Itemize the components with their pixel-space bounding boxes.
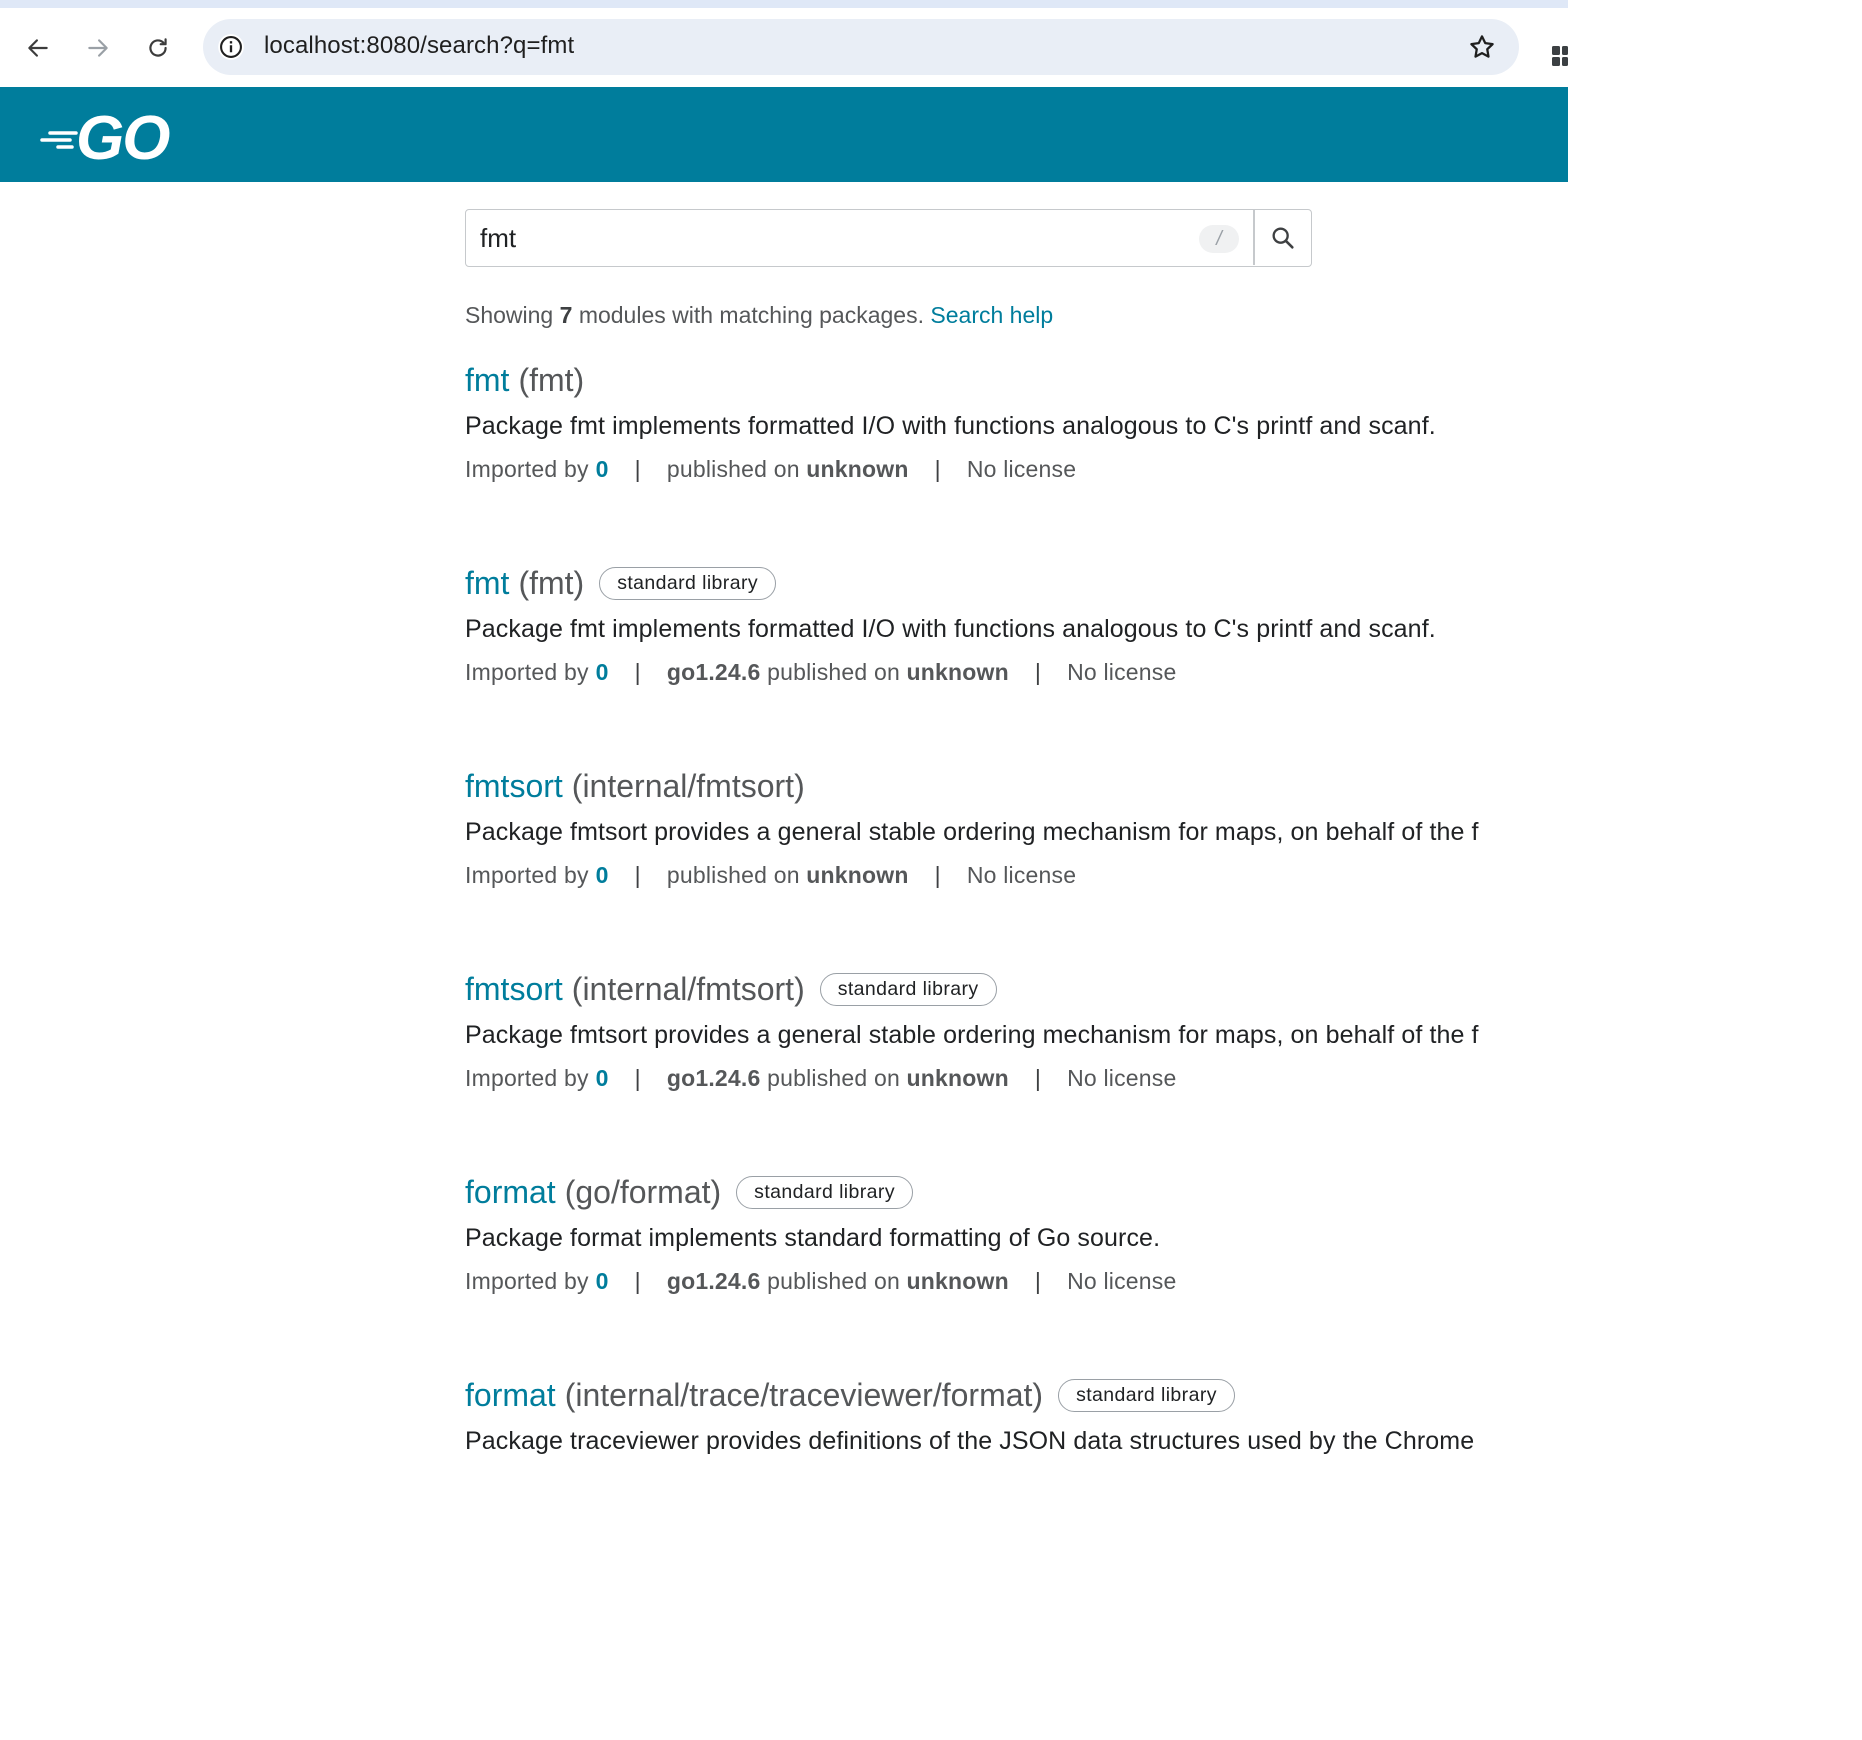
meta-separator: | xyxy=(1034,1268,1042,1294)
meta-separator: | xyxy=(1034,1065,1042,1091)
reload-button[interactable] xyxy=(138,28,178,68)
license-link[interactable]: No license xyxy=(967,862,1076,889)
result-name-link[interactable]: format xyxy=(465,1375,556,1415)
go-logo[interactable]: GO xyxy=(40,107,185,162)
license-link[interactable]: No license xyxy=(1067,1268,1176,1295)
arrow-right-icon xyxy=(88,39,108,57)
license-link[interactable]: No license xyxy=(967,456,1076,483)
summary-count: 7 xyxy=(559,302,573,328)
published-label: published on xyxy=(767,1268,900,1294)
address-url[interactable]: localhost:8080/search?q=fmt xyxy=(264,32,574,60)
published-date: unknown xyxy=(806,456,909,482)
summary-prefix: Showing xyxy=(465,302,554,328)
extensions-icon[interactable] xyxy=(1550,44,1568,68)
result-name-link[interactable]: fmt xyxy=(465,563,509,603)
svg-text:GO: GO xyxy=(76,107,170,162)
search-help-link[interactable]: Search help xyxy=(930,302,1053,328)
result-description: Package fmt implements formatted I/O wit… xyxy=(465,615,1436,643)
imported-by-label: Imported by xyxy=(465,456,589,482)
browser-top-strip xyxy=(0,0,1568,8)
published-label: published on xyxy=(666,862,800,888)
result-meta: Imported by 0 | published on unknown | N… xyxy=(465,862,1076,889)
result-name-link[interactable]: fmtsort xyxy=(465,766,563,806)
standard-library-badge: standard library xyxy=(1058,1378,1235,1412)
imported-by-label: Imported by xyxy=(465,862,589,888)
search-icon xyxy=(1272,227,1294,249)
result-title: format (internal/trace/traceviewer/forma… xyxy=(465,1375,1235,1415)
search-box: / xyxy=(465,209,1312,267)
result-title: fmt (fmt) standard library xyxy=(465,563,776,603)
imported-by-label: Imported by xyxy=(465,659,589,685)
result-name-link[interactable]: format xyxy=(465,1172,556,1212)
result-path: (fmt) xyxy=(518,565,585,601)
standard-library-badge: standard library xyxy=(736,1175,913,1209)
standard-library-badge: standard library xyxy=(599,566,776,600)
result-title: format (go/format) standard library xyxy=(465,1172,913,1212)
summary-suffix: modules with matching packages. xyxy=(578,302,924,328)
result-title: fmtsort (internal/fmtsort) xyxy=(465,766,805,806)
published-label: published on xyxy=(666,456,800,482)
keyboard-shortcut-hint: / xyxy=(1199,225,1239,253)
imported-by-count-link[interactable]: 0 xyxy=(596,456,609,483)
imported-by-count-link[interactable]: 0 xyxy=(596,1065,609,1092)
published-date: unknown xyxy=(906,1065,1009,1091)
info-icon[interactable] xyxy=(217,33,245,61)
published-label: published on xyxy=(767,1065,900,1091)
imported-by-label: Imported by xyxy=(465,1268,589,1294)
meta-separator: | xyxy=(934,456,941,482)
result-path: (fmt) xyxy=(518,362,585,398)
result-path: (internal/fmtsort) xyxy=(571,768,805,804)
result-description: Package traceviewer provides definitions… xyxy=(465,1427,1475,1455)
version-label: go1.24.6 xyxy=(666,1065,761,1091)
arrow-left-icon xyxy=(28,39,48,57)
result-title: fmtsort (internal/fmtsort) standard libr… xyxy=(465,969,997,1009)
result-meta: Imported by 0 | published on unknown | N… xyxy=(465,456,1076,483)
imported-by-count-link[interactable]: 0 xyxy=(596,659,609,686)
result-path: (internal/trace/traceviewer/format) xyxy=(564,1377,1044,1413)
published-date: unknown xyxy=(906,659,1009,685)
result-title: fmt (fmt) xyxy=(465,360,584,400)
version-label: go1.24.6 xyxy=(666,1268,761,1294)
license-link[interactable]: No license xyxy=(1067,1065,1176,1092)
result-name-link[interactable]: fmtsort xyxy=(465,969,563,1009)
imported-by-count-link[interactable]: 0 xyxy=(596,1268,609,1295)
meta-separator: | xyxy=(634,862,641,888)
version-label: go1.24.6 xyxy=(666,659,761,685)
result-name-link[interactable]: fmt xyxy=(465,360,509,400)
published-label: published on xyxy=(767,659,900,685)
bookmark-star-icon[interactable] xyxy=(1467,32,1497,62)
published-date: unknown xyxy=(806,862,909,888)
result-description: Package fmt implements formatted I/O wit… xyxy=(465,412,1436,440)
results-summary: Showing 7 modules with matching packages… xyxy=(465,302,1053,329)
result-description: Package fmtsort provides a general stabl… xyxy=(465,818,1479,846)
forward-button[interactable] xyxy=(78,28,118,68)
result-meta: Imported by 0 | go1.24.6 published on un… xyxy=(465,1268,1176,1295)
imported-by-label: Imported by xyxy=(465,1065,589,1091)
result-path: (internal/fmtsort) xyxy=(571,971,805,1007)
reload-icon xyxy=(149,38,167,57)
meta-separator: | xyxy=(634,659,641,685)
search-input[interactable] xyxy=(480,218,1180,258)
meta-separator: | xyxy=(634,1268,641,1294)
result-meta: Imported by 0 | go1.24.6 published on un… xyxy=(465,659,1176,686)
site-header: GO xyxy=(0,87,1568,182)
browser-toolbar: localhost:8080/search?q=fmt xyxy=(0,8,1568,87)
meta-separator: | xyxy=(1034,659,1042,685)
published-date: unknown xyxy=(906,1268,1009,1294)
license-link[interactable]: No license xyxy=(1067,659,1176,686)
result-meta: Imported by 0 | go1.24.6 published on un… xyxy=(465,1065,1176,1092)
meta-separator: | xyxy=(934,862,941,888)
imported-by-count-link[interactable]: 0 xyxy=(596,862,609,889)
address-bar[interactable]: localhost:8080/search?q=fmt xyxy=(203,19,1519,75)
result-path: (go/format) xyxy=(564,1174,722,1210)
search-button[interactable] xyxy=(1255,210,1311,265)
standard-library-badge: standard library xyxy=(819,972,997,1006)
meta-separator: | xyxy=(634,1065,641,1091)
meta-separator: | xyxy=(634,456,641,482)
back-button[interactable] xyxy=(18,28,58,68)
result-description: Package fmtsort provides a general stabl… xyxy=(465,1021,1479,1049)
result-description: Package format implements standard forma… xyxy=(465,1224,1161,1252)
